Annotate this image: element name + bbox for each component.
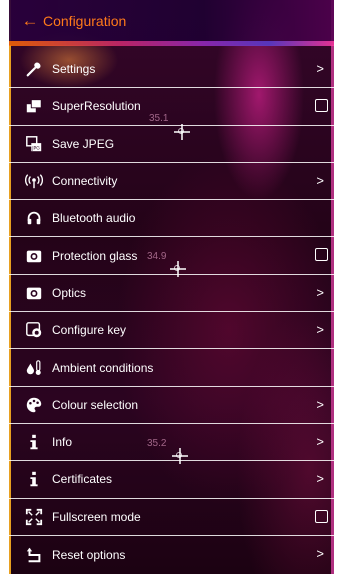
menu-item-label: Ambient conditions [52,360,154,375]
fullscreen-mode-checkbox[interactable] [315,509,328,523]
menu-item-save-jpeg[interactable]: JPG Save JPEG [9,126,334,163]
thermal-camera-screen: 35.1 34.9 35.2 ← Configuration Settings … [9,0,334,574]
camera-icon [23,282,45,304]
superresolution-icon [23,95,45,117]
menu-item-bluetooth-audio[interactable]: Bluetooth audio [9,200,334,238]
jpeg-icon: JPG [23,133,45,155]
title-bar: ← Configuration [9,0,334,45]
menu-item-label: Reset options [52,547,126,562]
menu-item-label: Bluetooth audio [52,211,136,226]
configuration-menu: Settings > SuperResolution JPG Save JPEG… [9,51,334,573]
protection-glass-checkbox[interactable] [315,248,328,262]
menu-item-configure-key[interactable]: Configure key > [9,312,334,350]
menu-item-superresolution[interactable]: SuperResolution [9,88,334,126]
menu-item-label: Info [52,435,73,450]
chevron-right-icon: > [316,396,324,412]
camera-icon [23,245,45,267]
menu-item-certificates[interactable]: Certificates > [9,461,334,499]
wireless-icon [23,170,45,192]
menu-item-fullscreen-mode[interactable]: Fullscreen mode [9,499,334,536]
reset-icon [23,544,45,566]
superresolution-checkbox[interactable] [315,99,328,113]
arrow-left-icon: ← [21,11,39,30]
chevron-right-icon: > [316,284,324,300]
menu-item-label: Certificates [52,472,113,487]
headphones-icon [23,207,45,229]
menu-item-label: SuperResolution [52,99,141,114]
menu-item-label: Protection glass [52,248,138,263]
menu-item-ambient-conditions[interactable]: Ambient conditions [9,349,334,387]
chevron-right-icon: > [316,322,324,338]
menu-item-reset-options[interactable]: Reset options > [9,536,334,573]
menu-item-label: Colour selection [52,397,139,412]
info-icon [23,431,45,453]
info-icon [23,468,45,490]
fullscreen-icon [23,506,45,528]
chevron-right-icon: > [316,172,324,188]
wrench-icon [23,58,45,80]
page-title: Configuration [43,13,127,29]
chevron-right-icon: > [316,61,324,76]
menu-item-label: Save JPEG [52,136,115,151]
menu-item-label: Connectivity [52,174,118,189]
menu-item-label: Settings [52,62,96,77]
chevron-right-icon: > [316,545,324,561]
menu-item-settings[interactable]: Settings > [9,51,334,89]
menu-item-info[interactable]: Info > [9,424,334,462]
palette-icon [23,394,45,416]
key-config-icon [23,319,45,341]
menu-item-optics[interactable]: Optics > [9,275,334,313]
menu-item-connectivity[interactable]: Connectivity > [9,163,334,201]
svg-text:JPG: JPG [31,145,40,151]
menu-item-label: Optics [52,285,87,300]
chevron-right-icon: > [316,433,324,449]
header-divider [9,41,334,46]
menu-item-label: Configure key [52,323,127,338]
menu-item-protection-glass[interactable]: Protection glass [9,237,334,275]
back-button[interactable]: ← [19,8,41,34]
chevron-right-icon: > [316,471,324,487]
menu-item-colour-selection[interactable]: Colour selection > [9,387,334,424]
thermometer-icon [23,357,45,379]
menu-item-label: Fullscreen mode [52,509,141,524]
